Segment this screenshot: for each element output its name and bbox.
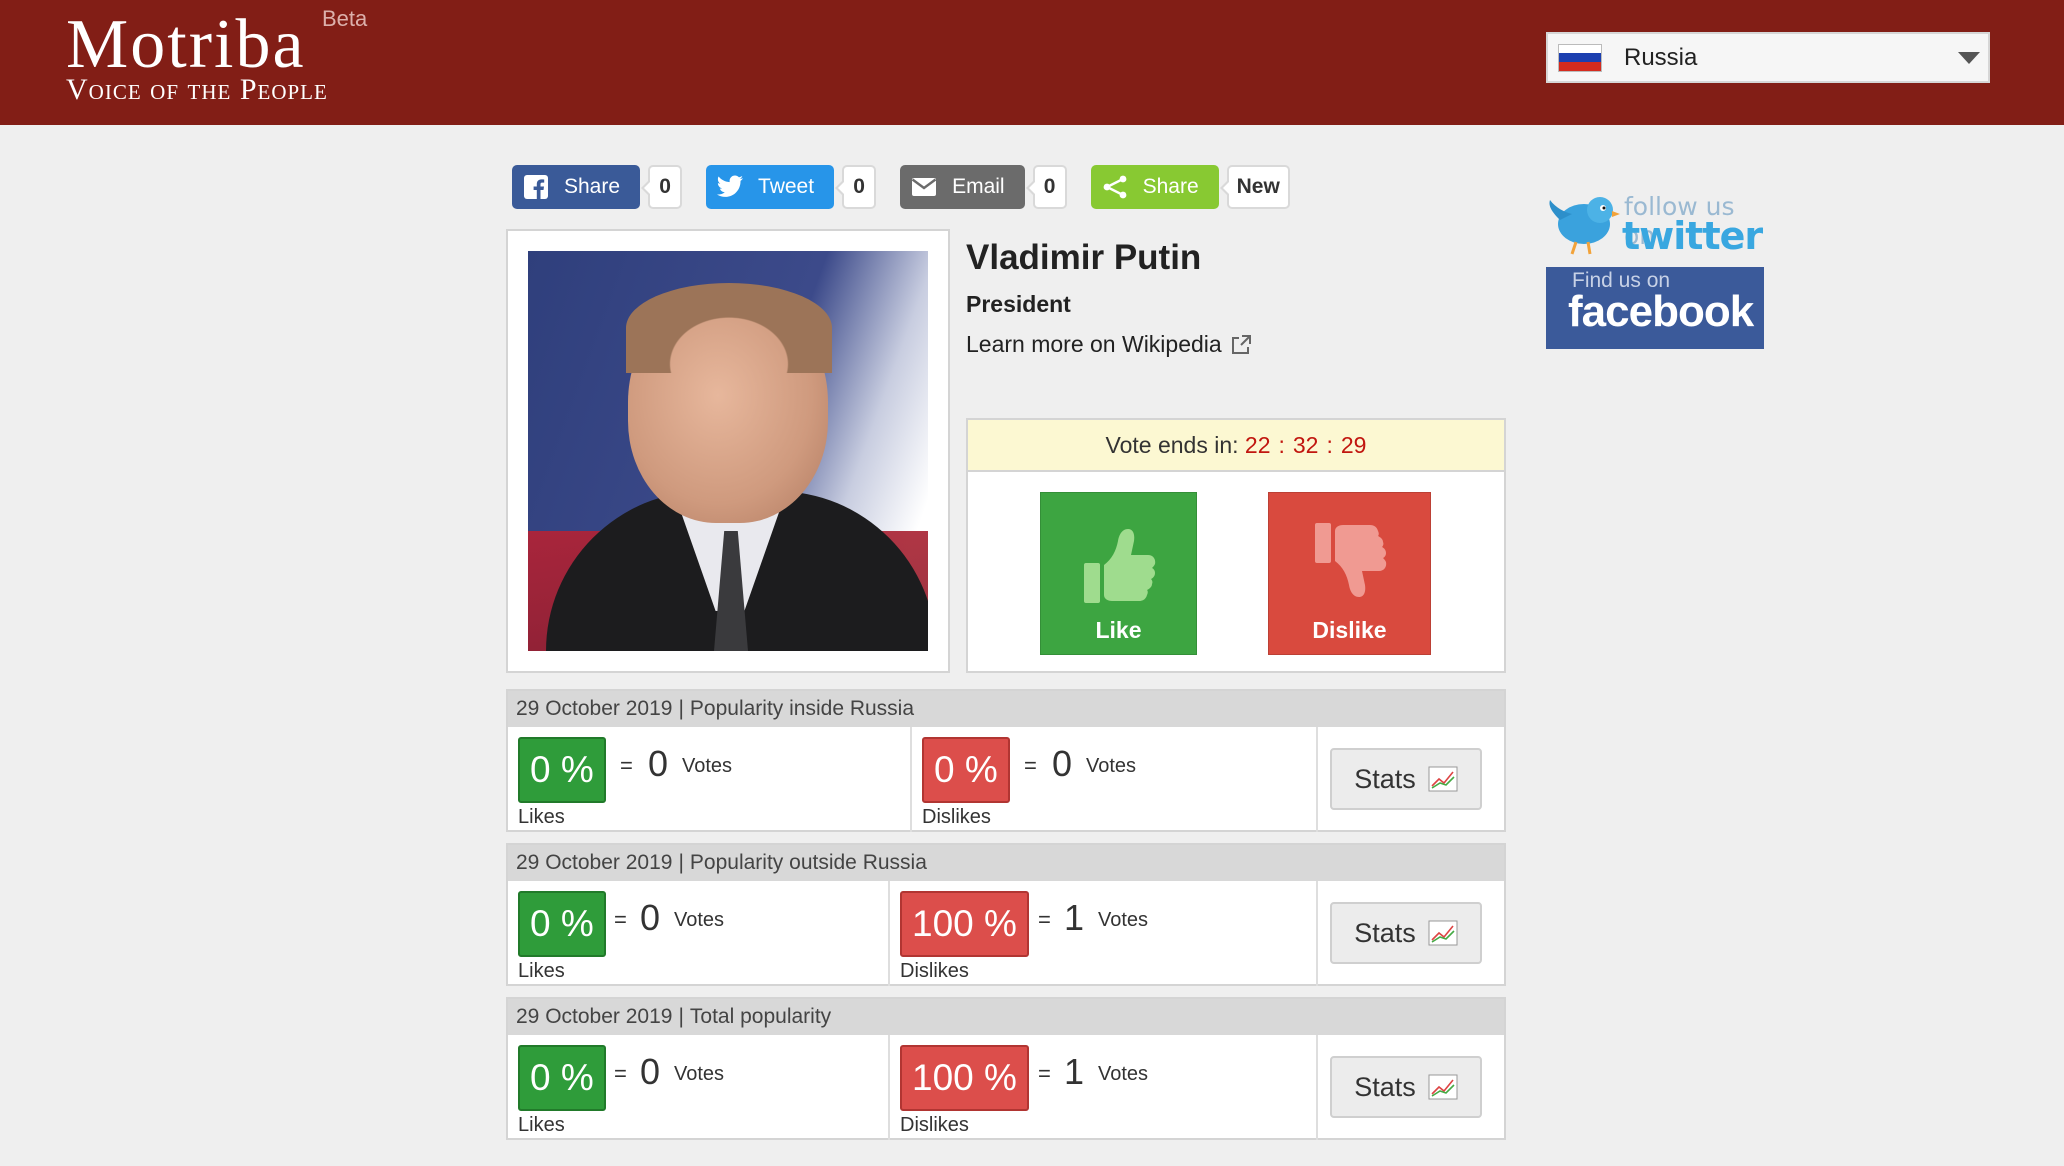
twitter-tweet-count: 0 <box>835 165 877 209</box>
vote-countdown: Vote ends in: 22 : 32 : 29 <box>968 420 1504 472</box>
dislikes-vote-count: 0 <box>1052 743 1073 784</box>
likes-vote-count: 0 <box>640 897 661 938</box>
countdown-minutes: 32 <box>1292 431 1319 458</box>
stats-button[interactable]: Stats <box>1330 748 1482 810</box>
wikipedia-link-label: Learn more on Wikipedia <box>966 331 1222 357</box>
vote-ends-label: Vote ends in: <box>1105 431 1239 458</box>
logo-title: Motriba <box>66 6 306 83</box>
dislikes-column: 100 % = 1 Votes Dislikes <box>888 1035 1316 1140</box>
dislikes-label: Dislikes <box>900 1114 969 1136</box>
share-nodes-icon <box>1101 173 1129 201</box>
panel-date: 29 October 2019 <box>516 1005 673 1028</box>
envelope-icon <box>910 173 938 201</box>
person-title: President <box>966 291 1071 317</box>
likes-percent: 0 % <box>518 737 606 803</box>
twitter-tweet-label: Tweet <box>758 175 815 198</box>
russia-flag-icon <box>1558 43 1602 72</box>
country-select[interactable]: Russia <box>1546 32 1990 83</box>
stats-column: Stats <box>1316 1035 1506 1140</box>
generic-share-count: New <box>1219 165 1290 209</box>
generic-share-button[interactable]: Share <box>1090 165 1219 209</box>
likes-column: 0 % = 0 Votes Likes <box>508 727 910 832</box>
email-share-label: Email <box>952 175 1005 198</box>
share-bar: Share 0 Tweet 0 Email 0 Share New <box>512 165 1290 209</box>
email-share-button[interactable]: Email <box>900 165 1025 209</box>
likes-label: Likes <box>518 1114 565 1136</box>
like-button[interactable]: Like <box>1040 492 1197 655</box>
vote-panel: Vote ends in: 22 : 32 : 29 Like Dislike <box>966 418 1506 673</box>
panel-title: Total popularity <box>689 1005 832 1028</box>
dislikes-percent: 100 % <box>900 891 1029 957</box>
facebook-find-banner[interactable]: Find us on facebook <box>1546 267 1764 349</box>
dislike-button[interactable]: Dislike <box>1268 492 1431 655</box>
panel-title: Popularity outside Russia <box>689 851 927 874</box>
dislikes-label: Dislikes <box>900 960 969 982</box>
email-share-count: 0 <box>1025 165 1067 209</box>
panel-date: 29 October 2019 <box>516 697 673 720</box>
stats-button[interactable]: Stats <box>1330 902 1482 964</box>
profile-photo <box>528 251 928 651</box>
like-label: Like <box>1095 617 1142 643</box>
external-link-icon <box>1231 334 1251 354</box>
dislikes-percent: 100 % <box>900 1045 1029 1111</box>
chevron-down-icon <box>1958 52 1980 64</box>
panel-title: Popularity inside Russia <box>689 697 915 720</box>
likes-label: Likes <box>518 960 565 982</box>
twitter-wordmark: twitter <box>1622 214 1763 258</box>
beta-badge: Beta <box>322 6 368 31</box>
total-popularity-panel: 29 October 2019 | Total popularity 0 % =… <box>506 997 1506 1140</box>
line-chart-icon <box>1428 920 1458 946</box>
dislikes-label: Dislikes <box>922 806 991 828</box>
stats-column: Stats <box>1316 727 1506 832</box>
panel-header: 29 October 2019 | Total popularity <box>508 999 1504 1035</box>
likes-vote-count: 0 <box>640 1051 661 1092</box>
facebook-share-button[interactable]: Share <box>512 165 641 209</box>
twitter-bird-icon <box>1549 197 1620 255</box>
likes-percent: 0 % <box>518 1045 606 1111</box>
wikipedia-link[interactable]: Learn more on Wikipedia <box>966 331 1252 358</box>
panel-date: 29 October 2019 <box>516 851 673 874</box>
panel-header: 29 October 2019 | Popularity inside Russ… <box>508 691 1504 727</box>
site-logo[interactable]: Motriba Voice of the People <box>66 6 328 106</box>
facebook-wordmark: facebook <box>1568 287 1754 336</box>
twitter-bird-icon <box>716 173 744 201</box>
stats-column: Stats <box>1316 881 1506 986</box>
dislikes-vote-count: 1 <box>1064 1051 1085 1092</box>
countdown-seconds: 29 <box>1340 431 1367 458</box>
likes-percent: 0 % <box>518 891 606 957</box>
line-chart-icon <box>1428 766 1458 792</box>
likes-column: 0 % = 0 Votes Likes <box>508 1035 888 1140</box>
facebook-share-count: 0 <box>641 165 683 209</box>
generic-share-label: Share <box>1142 175 1199 198</box>
panel-header: 29 October 2019 | Popularity outside Rus… <box>508 845 1504 881</box>
likes-vote-count: 0 <box>648 743 669 784</box>
countdown-hours: 22 <box>1244 431 1271 458</box>
twitter-follow-banner[interactable]: follow us on twitter <box>1546 186 1764 262</box>
profile-photo-frame <box>506 229 950 673</box>
dislike-label: Dislike <box>1312 617 1387 643</box>
logo-tagline: Voice of the People <box>66 73 328 106</box>
facebook-share-label: Share <box>564 175 621 198</box>
popularity-inside-panel: 29 October 2019 | Popularity inside Russ… <box>506 689 1506 832</box>
selected-country: Russia <box>1624 43 1698 71</box>
facebook-icon <box>522 173 550 201</box>
stats-button[interactable]: Stats <box>1330 1056 1482 1118</box>
person-name: Vladimir Putin <box>966 238 1202 277</box>
likes-column: 0 % = 0 Votes Likes <box>508 881 888 986</box>
dislikes-vote-count: 1 <box>1064 897 1085 938</box>
thumbs-up-icon <box>1083 529 1155 603</box>
likes-label: Likes <box>518 806 565 828</box>
dislikes-percent: 0 % <box>922 737 1010 803</box>
dislikes-column: 100 % = 1 Votes Dislikes <box>888 881 1316 986</box>
twitter-tweet-button[interactable]: Tweet <box>706 165 835 209</box>
dislikes-column: 0 % = 0 Votes Dislikes <box>910 727 1316 832</box>
site-header: Motriba Voice of the People Beta Russia <box>0 0 2064 125</box>
popularity-outside-panel: 29 October 2019 | Popularity outside Rus… <box>506 843 1506 986</box>
thumbs-down-icon <box>1314 523 1386 597</box>
line-chart-icon <box>1428 1074 1458 1100</box>
